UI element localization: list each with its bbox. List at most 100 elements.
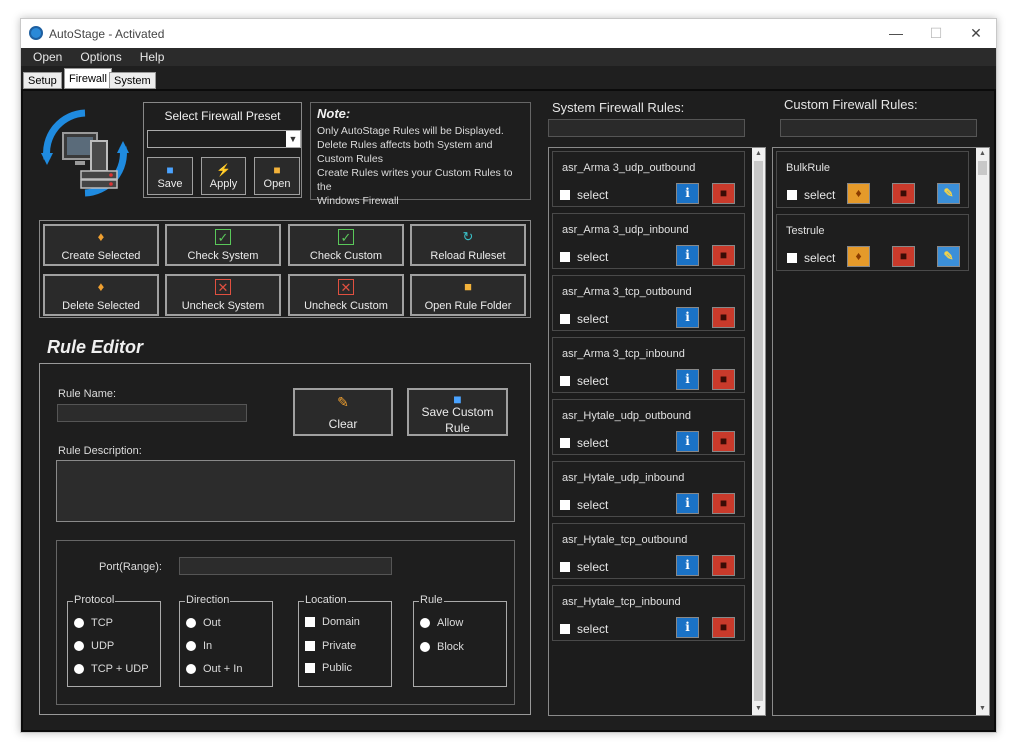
scroll-up-icon[interactable]: ▲ xyxy=(752,148,765,160)
protocol-tcp-radio[interactable]: TCP xyxy=(74,617,113,629)
custom-rules-scrollbar[interactable]: ▲ ▼ xyxy=(976,148,989,715)
info-icon[interactable]: i xyxy=(676,493,699,514)
preset-dropdown[interactable]: ▼ xyxy=(147,130,301,148)
info-icon[interactable]: i xyxy=(676,617,699,638)
trash-icon[interactable]: ■ xyxy=(712,307,735,328)
close-button[interactable]: ✕ xyxy=(959,23,993,43)
checkbox[interactable] xyxy=(560,624,570,634)
rule-description-textarea[interactable] xyxy=(56,460,515,522)
radio-button[interactable] xyxy=(74,641,84,651)
trash-icon[interactable]: ■ xyxy=(712,431,735,452)
system-rules-list[interactable]: asr_Arma 3_udp_outbound select i ■ asr_Arma … xyxy=(548,147,766,716)
radio-button[interactable] xyxy=(74,618,84,628)
radio-button[interactable] xyxy=(420,642,430,652)
rule-allow-radio[interactable]: Allow xyxy=(420,617,463,629)
open-preset-button[interactable]: ■ Open xyxy=(254,157,300,195)
direction-out-radio[interactable]: Out xyxy=(186,617,221,629)
checkbox[interactable] xyxy=(560,190,570,200)
maximize-button[interactable]: ☐ xyxy=(919,23,953,43)
minimize-button[interactable]: — xyxy=(879,23,913,43)
select-checkbox[interactable]: select xyxy=(560,374,608,388)
scroll-down-icon[interactable]: ▼ xyxy=(976,703,989,715)
radio-button[interactable] xyxy=(186,641,196,651)
select-checkbox[interactable]: select xyxy=(560,312,608,326)
uncheck-system-button[interactable]: ✕ Uncheck System xyxy=(165,274,281,316)
info-icon[interactable]: i xyxy=(676,555,699,576)
open-rule-folder-button[interactable]: ■ Open Rule Folder xyxy=(410,274,526,316)
checkbox[interactable] xyxy=(560,376,570,386)
trash-icon[interactable]: ■ xyxy=(712,617,735,638)
select-checkbox[interactable]: select xyxy=(560,436,608,450)
trash-icon[interactable]: ■ xyxy=(712,369,735,390)
location-public-checkbox[interactable]: Public xyxy=(305,662,352,674)
delete-selected-button[interactable]: ♦ Delete Selected xyxy=(43,274,159,316)
scroll-thumb[interactable] xyxy=(978,161,987,175)
create-selected-button[interactable]: ♦ Create Selected xyxy=(43,224,159,266)
checkbox[interactable] xyxy=(560,500,570,510)
protocol-udp-radio[interactable]: UDP xyxy=(74,640,114,652)
scroll-thumb[interactable] xyxy=(754,161,763,701)
select-checkbox[interactable]: select xyxy=(560,498,608,512)
check-system-button[interactable]: ✓ Check System xyxy=(165,224,281,266)
info-icon[interactable]: i xyxy=(676,245,699,266)
port-range-input[interactable] xyxy=(179,557,392,575)
select-checkbox[interactable]: select xyxy=(560,622,608,636)
select-checkbox[interactable]: select xyxy=(787,251,835,265)
tab-setup[interactable]: Setup xyxy=(23,72,62,89)
checkbox[interactable] xyxy=(560,314,570,324)
system-rules-search-input[interactable] xyxy=(548,119,745,137)
location-private-checkbox[interactable]: Private xyxy=(305,640,356,652)
reload-ruleset-button[interactable]: ↻ Reload Ruleset xyxy=(410,224,526,266)
scroll-up-icon[interactable]: ▲ xyxy=(976,148,989,160)
checkbox[interactable] xyxy=(787,253,797,263)
checkbox[interactable] xyxy=(560,252,570,262)
radio-button[interactable] xyxy=(186,664,196,674)
rule-name-input[interactable] xyxy=(57,404,247,422)
radio-button[interactable] xyxy=(186,618,196,628)
menu-help[interactable]: Help xyxy=(134,48,171,66)
save-custom-rule-button[interactable]: ■ Save Custom Rule xyxy=(407,388,508,436)
select-checkbox[interactable]: select xyxy=(787,188,835,202)
checkbox[interactable] xyxy=(305,617,315,627)
tab-system[interactable]: System xyxy=(109,72,156,89)
trash-icon[interactable]: ■ xyxy=(712,245,735,266)
trash-icon[interactable]: ■ xyxy=(892,183,915,204)
menu-options[interactable]: Options xyxy=(74,48,127,66)
checkbox[interactable] xyxy=(787,190,797,200)
radio-button[interactable] xyxy=(420,618,430,628)
check-custom-button[interactable]: ✓ Check Custom xyxy=(288,224,404,266)
direction-out-in-radio[interactable]: Out + In xyxy=(186,663,242,675)
checkbox[interactable] xyxy=(560,562,570,572)
trash-icon[interactable]: ■ xyxy=(892,246,915,267)
custom-rules-search-input[interactable] xyxy=(780,119,977,137)
uncheck-custom-button[interactable]: ✕ Uncheck Custom xyxy=(288,274,404,316)
rule-block-radio[interactable]: Block xyxy=(420,641,464,653)
shield-icon[interactable]: ♦ xyxy=(847,246,870,267)
direction-in-radio[interactable]: In xyxy=(186,640,212,652)
info-icon[interactable]: i xyxy=(676,183,699,204)
pencil-icon[interactable]: ✎ xyxy=(937,246,960,267)
select-checkbox[interactable]: select xyxy=(560,188,608,202)
info-icon[interactable]: i xyxy=(676,431,699,452)
clear-button[interactable]: ✎ Clear xyxy=(293,388,393,436)
protocol-tcp-udp-radio[interactable]: TCP + UDP xyxy=(74,663,149,675)
info-icon[interactable]: i xyxy=(676,369,699,390)
trash-icon[interactable]: ■ xyxy=(712,183,735,204)
checkbox[interactable] xyxy=(305,641,315,651)
select-checkbox[interactable]: select xyxy=(560,560,608,574)
pencil-icon[interactable]: ✎ xyxy=(937,183,960,204)
save-preset-button[interactable]: ■ Save xyxy=(147,157,193,195)
select-checkbox[interactable]: select xyxy=(560,250,608,264)
system-rules-scrollbar[interactable]: ▲ ▼ xyxy=(752,148,765,715)
tab-firewall[interactable]: Firewall xyxy=(64,68,112,89)
apply-preset-button[interactable]: ⚡ Apply xyxy=(201,157,246,195)
checkbox[interactable] xyxy=(305,663,315,673)
scroll-down-icon[interactable]: ▼ xyxy=(752,703,765,715)
shield-icon[interactable]: ♦ xyxy=(847,183,870,204)
checkbox[interactable] xyxy=(560,438,570,448)
menu-open[interactable]: Open xyxy=(27,48,68,66)
trash-icon[interactable]: ■ xyxy=(712,555,735,576)
trash-icon[interactable]: ■ xyxy=(712,493,735,514)
radio-button[interactable] xyxy=(74,664,84,674)
info-icon[interactable]: i xyxy=(676,307,699,328)
